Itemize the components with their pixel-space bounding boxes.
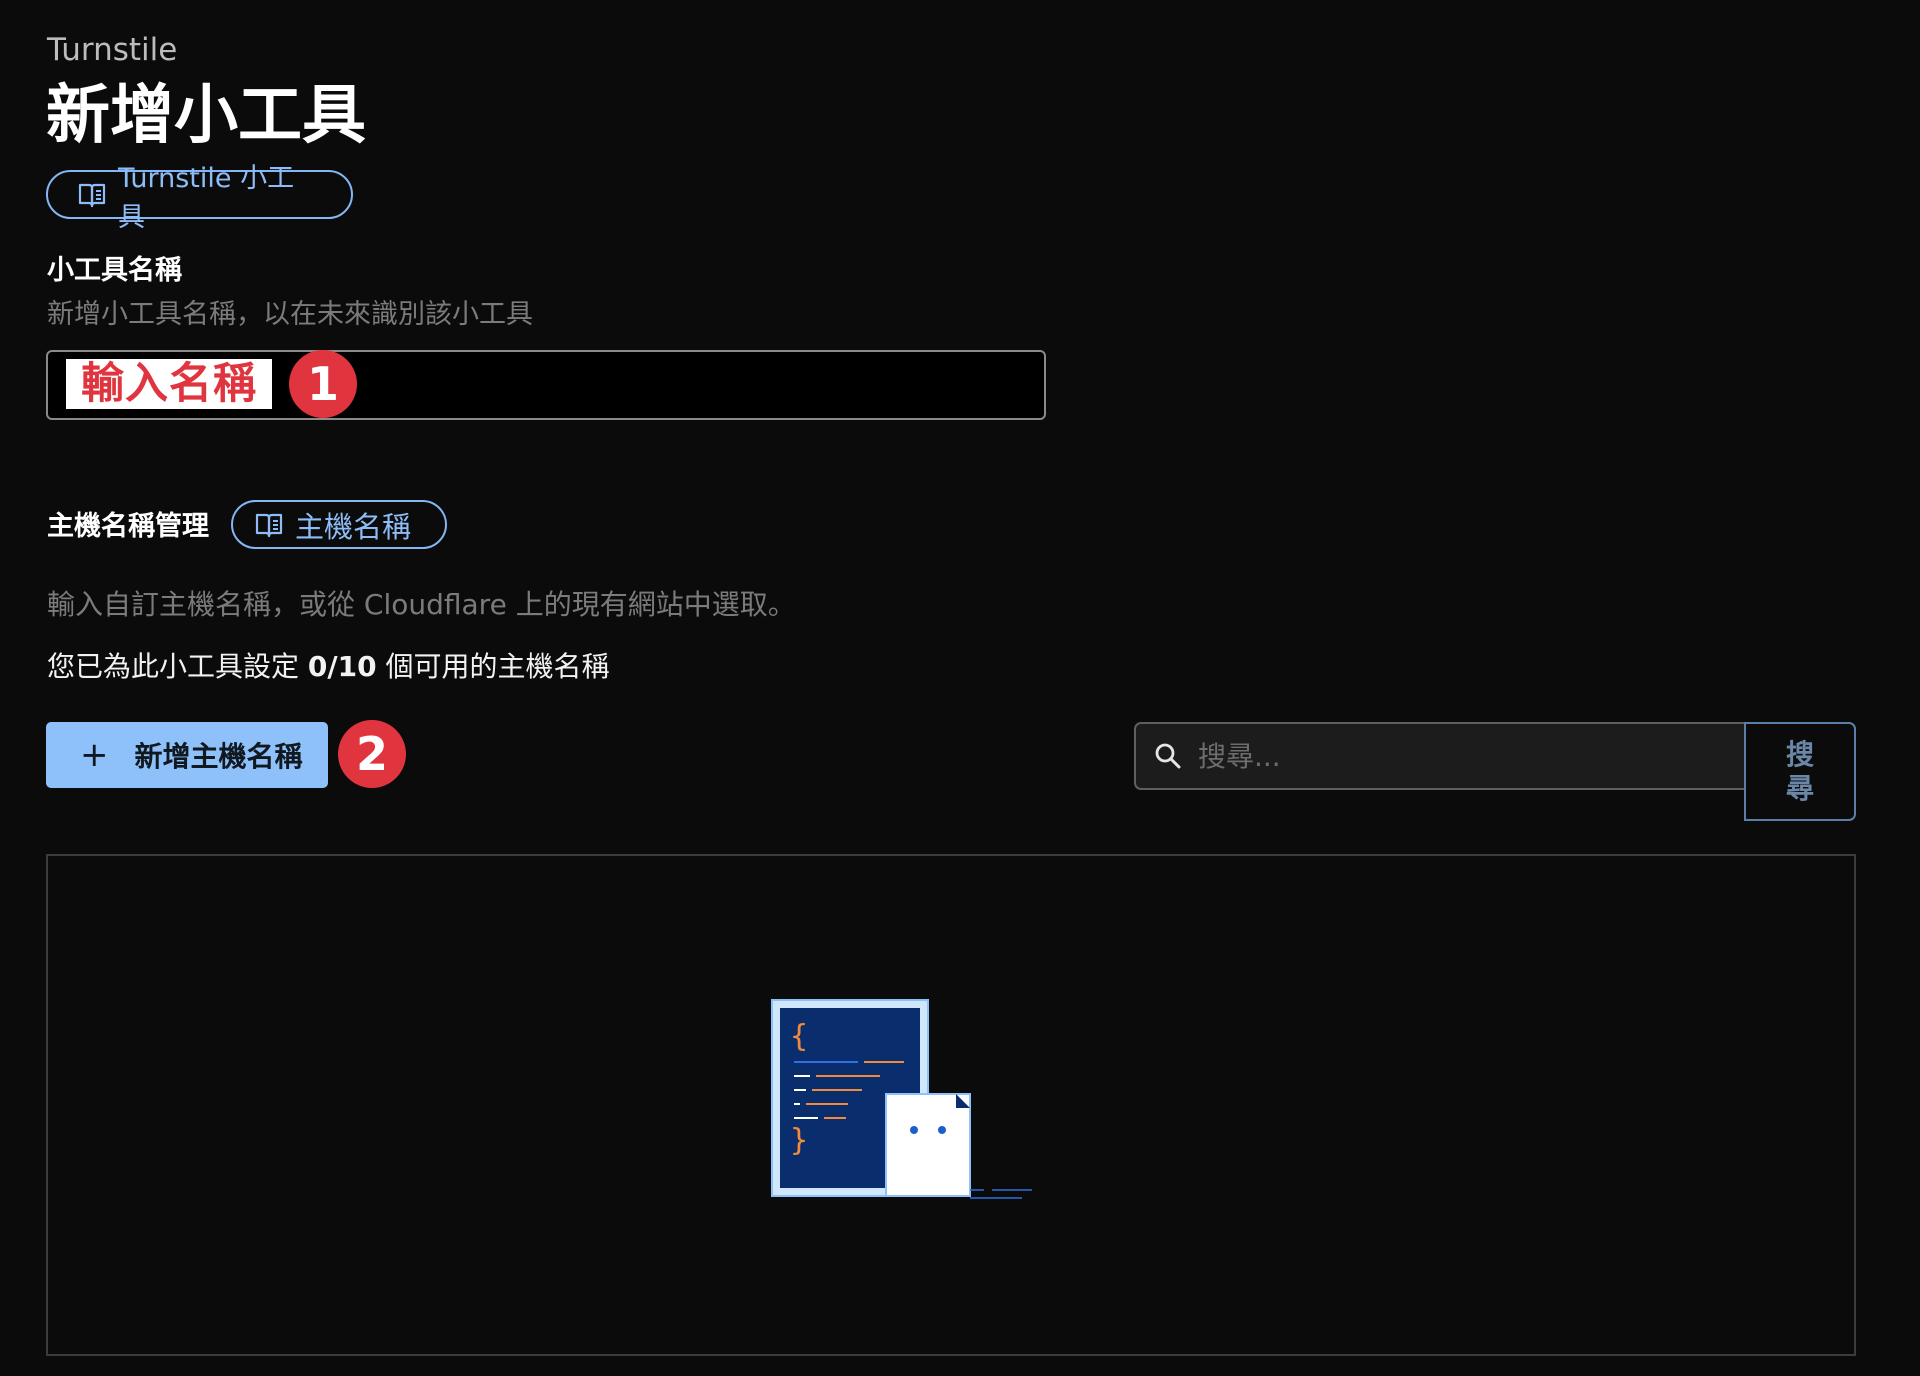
annotation-enter-name: 輸入名稱 [66, 359, 272, 409]
usage-count: 0/10 [307, 650, 377, 683]
code-document-illustration: { } [771, 999, 1032, 1199]
search-button-label: 搜尋 [1785, 737, 1814, 805]
plus-icon: + [80, 735, 109, 775]
search-input[interactable] [1196, 738, 1720, 774]
add-hostname-button[interactable]: + 新增主機名稱 [46, 722, 328, 788]
hostname-help: 輸入自訂主機名稱，或從 Cloudflare 上的現有網站中選取。 [47, 588, 796, 621]
hostname-usage: 您已為此小工具設定 0/10 個可用的主機名稱 [47, 648, 610, 686]
hostname-docs-link[interactable]: 主機名稱 [231, 500, 447, 549]
search-icon [1155, 743, 1181, 769]
hostname-management-label: 主機名稱管理 [47, 511, 209, 542]
product-name: Turnstile [47, 32, 178, 68]
turnstile-docs-label: Turnstile 小工具 [118, 162, 295, 233]
hostname-docs-label: 主機名稱 [295, 509, 412, 544]
step-badge-1: 1 [289, 350, 357, 418]
step-badge-2: 2 [338, 720, 406, 788]
page-title: 新增小工具 [46, 79, 366, 153]
book-icon [255, 513, 283, 537]
add-hostname-label: 新增主機名稱 [134, 740, 303, 773]
widget-name-help: 新增小工具名稱，以在未來識別該小工具 [47, 299, 533, 330]
search-button[interactable]: 搜尋 [1744, 722, 1856, 821]
widget-name-label: 小工具名稱 [47, 255, 182, 286]
usage-prefix: 您已為此小工具設定 [47, 650, 308, 683]
book-icon [78, 183, 106, 207]
usage-suffix: 個可用的主機名稱 [376, 650, 610, 683]
svg-text:}: } [790, 1123, 808, 1158]
hostname-search-field[interactable] [1134, 722, 1746, 790]
turnstile-docs-link[interactable]: Turnstile 小工具 [46, 163, 353, 233]
svg-text:{: { [790, 1019, 808, 1054]
